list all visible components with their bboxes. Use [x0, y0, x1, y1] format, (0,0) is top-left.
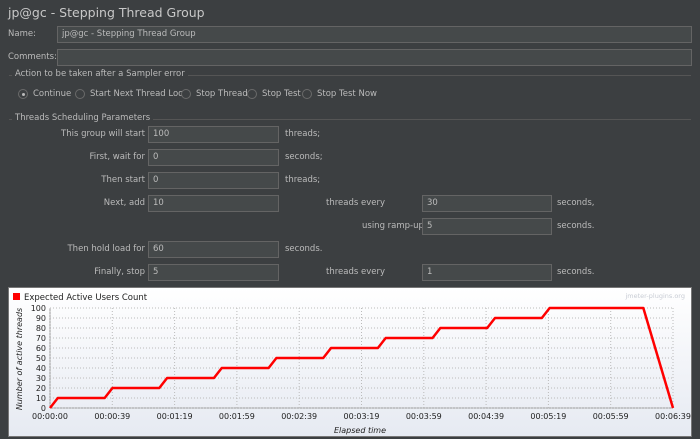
y-axis-title: Number of active threads: [15, 308, 24, 410]
scheduling-group-title: Threads Scheduling Parameters: [12, 113, 154, 123]
radio-label: Stop Test Now: [317, 89, 377, 99]
radio-label: Start Next Thread Loop: [90, 89, 189, 99]
name-input[interactable]: jp@gc - Stepping Thread Group: [57, 26, 692, 43]
y-tick-label: 40: [36, 364, 46, 373]
ramp-up-input[interactable]: 5: [422, 218, 552, 235]
legend-swatch: [13, 293, 20, 300]
action-group-title: Action to be taken after a Sampler error: [12, 69, 188, 79]
x-tick-label: 00:05:59: [593, 412, 629, 421]
y-tick-label: 50: [36, 354, 46, 363]
stop-unit: seconds.: [557, 267, 595, 277]
comments-label: Comments:: [8, 52, 57, 62]
threads-chart: Expected Active Users Count jmeter-plugi…: [8, 287, 692, 437]
radio-stop-test-now[interactable]: Stop Test Now: [302, 89, 377, 99]
name-label: Name:: [8, 29, 36, 39]
stop-label: Finally, stop: [94, 267, 145, 277]
next-threads-every-label: threads every: [326, 198, 386, 208]
next-unit: seconds,: [557, 198, 595, 208]
x-tick-label: 00:01:19: [157, 412, 193, 421]
next-every-input[interactable]: 30: [422, 195, 552, 212]
radio-continue[interactable]: Continue: [18, 89, 71, 99]
hold-label: Then hold load for: [67, 244, 145, 254]
radio-icon: [302, 89, 312, 99]
ramp-up-unit: seconds.: [557, 221, 595, 231]
x-tick-label: 00:01:59: [219, 412, 255, 421]
x-tick-label: 00:04:39: [468, 412, 504, 421]
then-start-input[interactable]: 0: [148, 172, 279, 189]
y-tick-label: 90: [36, 314, 46, 323]
radio-icon: [75, 89, 85, 99]
y-tick-label: 10: [36, 394, 46, 403]
radio-icon: [247, 89, 257, 99]
x-tick-label: 00:03:19: [344, 412, 380, 421]
radio-label: Stop Test: [262, 89, 301, 99]
y-tick-label: 80: [36, 324, 46, 333]
stop-input[interactable]: 5: [148, 264, 279, 281]
stop-every-input[interactable]: 1: [422, 264, 552, 281]
radio-label: Continue: [33, 89, 72, 99]
ramp-up-label: using ramp-up: [362, 221, 424, 231]
y-tick-label: 60: [36, 344, 46, 353]
start-threads-input[interactable]: 100: [148, 126, 279, 143]
x-axis-title: Elapsed time: [334, 426, 386, 435]
radio-stop-test[interactable]: Stop Test: [247, 89, 301, 99]
action-group: Action to be taken after a Sampler error: [9, 69, 691, 79]
comments-input[interactable]: [57, 49, 692, 66]
y-tick-label: 70: [36, 334, 46, 343]
wait-unit: seconds;: [285, 152, 323, 162]
hold-input[interactable]: 60: [148, 241, 279, 258]
next-add-label: Next, add: [103, 198, 145, 208]
watermark: jmeter-plugins.org: [624, 292, 685, 300]
scheduling-group: Threads Scheduling Parameters: [9, 113, 691, 123]
start-label: This group will start: [61, 129, 145, 139]
window-title: jp@gc - Stepping Thread Group: [8, 5, 205, 20]
wait-label: First, wait for: [89, 152, 145, 162]
chart-svg: Expected Active Users Count jmeter-plugi…: [13, 292, 691, 435]
then-start-unit: threads;: [285, 175, 321, 185]
hold-unit: seconds.: [285, 244, 323, 254]
stop-threads-every-label: threads every: [326, 267, 386, 277]
radio-start-next-thread-loop[interactable]: Start Next Thread Loop: [75, 89, 189, 99]
radio-icon: [18, 89, 28, 99]
x-tick-label: 00:05:19: [530, 412, 566, 421]
x-tick-label: 00:06:39: [655, 412, 691, 421]
y-tick-label: 30: [36, 374, 46, 383]
y-tick-label: 100: [31, 304, 46, 313]
x-tick-label: 00:02:39: [281, 412, 317, 421]
x-tick-label: 00:00:00: [32, 412, 68, 421]
radio-stop-thread[interactable]: Stop Thread: [181, 89, 248, 99]
radio-label: Stop Thread: [196, 89, 248, 99]
legend-label: Expected Active Users Count: [24, 293, 148, 303]
start-unit: threads;: [285, 129, 321, 139]
then-start-label: Then start: [101, 175, 145, 185]
radio-icon: [181, 89, 191, 99]
wait-input[interactable]: 0: [148, 149, 279, 166]
x-tick-label: 00:00:39: [94, 412, 130, 421]
next-add-input[interactable]: 10: [148, 195, 279, 212]
x-tick-label: 00:03:59: [406, 412, 442, 421]
y-tick-label: 20: [36, 384, 46, 393]
